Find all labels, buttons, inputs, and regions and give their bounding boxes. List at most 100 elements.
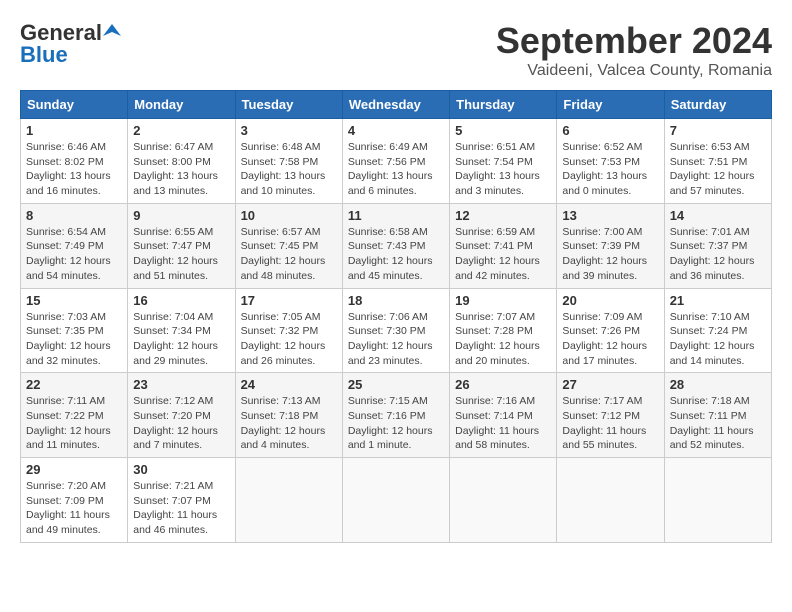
weekday-header-saturday: Saturday [664, 91, 771, 119]
weekday-header-wednesday: Wednesday [342, 91, 449, 119]
calendar-cell: 21 Sunrise: 7:10 AM Sunset: 7:24 PM Dayli… [664, 288, 771, 373]
calendar-cell: 6 Sunrise: 6:52 AM Sunset: 7:53 PM Daylig… [557, 119, 664, 204]
day-info: Sunrise: 7:04 AM Sunset: 7:34 PM Dayligh… [133, 310, 229, 369]
month-title: September 2024 [496, 20, 772, 62]
calendar-cell: 2Sunrise: 6:47 AM Sunset: 8:00 PM Daylig… [128, 119, 235, 204]
calendar-cell: 26 Sunrise: 7:16 AM Sunset: 7:14 PM Dayli… [450, 373, 557, 458]
day-number: 28 [670, 377, 766, 392]
calendar-cell: 5 Sunrise: 6:51 AM Sunset: 7:54 PM Daylig… [450, 119, 557, 204]
calendar-week-row: 8 Sunrise: 6:54 AM Sunset: 7:49 PM Daylig… [21, 203, 772, 288]
day-number: 12 [455, 208, 551, 223]
day-number: 8 [26, 208, 122, 223]
calendar-cell: 18 Sunrise: 7:06 AM Sunset: 7:30 PM Dayli… [342, 288, 449, 373]
calendar-cell: 28Sunrise: 7:18 AM Sunset: 7:11 PM Dayli… [664, 373, 771, 458]
calendar-cell: 27 Sunrise: 7:17 AM Sunset: 7:12 PM Dayli… [557, 373, 664, 458]
day-info: Sunrise: 7:15 AM Sunset: 7:16 PM Dayligh… [348, 394, 444, 453]
calendar-cell: 4 Sunrise: 6:49 AM Sunset: 7:56 PM Daylig… [342, 119, 449, 204]
day-number: 4 [348, 123, 444, 138]
calendar-cell: 9 Sunrise: 6:55 AM Sunset: 7:47 PM Daylig… [128, 203, 235, 288]
calendar-week-row: 1 Sunrise: 6:46 AM Sunset: 8:02 PM Daylig… [21, 119, 772, 204]
day-info: Sunrise: 6:46 AM Sunset: 8:02 PM Dayligh… [26, 140, 122, 199]
day-info: Sunrise: 6:48 AM Sunset: 7:58 PM Dayligh… [241, 140, 337, 199]
weekday-header-monday: Monday [128, 91, 235, 119]
calendar-cell: 29 Sunrise: 7:20 AM Sunset: 7:09 PM Dayli… [21, 458, 128, 543]
day-info: Sunrise: 7:11 AM Sunset: 7:22 PM Dayligh… [26, 394, 122, 453]
calendar-cell: 23 Sunrise: 7:12 AM Sunset: 7:20 PM Dayli… [128, 373, 235, 458]
calendar-table: SundayMondayTuesdayWednesdayThursdayFrid… [20, 90, 772, 543]
day-number: 7 [670, 123, 766, 138]
calendar-cell [450, 458, 557, 543]
day-number: 5 [455, 123, 551, 138]
day-info: Sunrise: 6:57 AM Sunset: 7:45 PM Dayligh… [241, 225, 337, 284]
calendar-cell: 20 Sunrise: 7:09 AM Sunset: 7:26 PM Dayli… [557, 288, 664, 373]
day-number: 15 [26, 293, 122, 308]
calendar-cell: 24Sunrise: 7:13 AM Sunset: 7:18 PM Dayli… [235, 373, 342, 458]
day-number: 6 [562, 123, 658, 138]
day-info: Sunrise: 6:54 AM Sunset: 7:49 PM Dayligh… [26, 225, 122, 284]
day-info: Sunrise: 6:58 AM Sunset: 7:43 PM Dayligh… [348, 225, 444, 284]
day-number: 20 [562, 293, 658, 308]
calendar-week-row: 22 Sunrise: 7:11 AM Sunset: 7:22 PM Dayli… [21, 373, 772, 458]
day-info: Sunrise: 7:20 AM Sunset: 7:09 PM Dayligh… [26, 479, 122, 538]
day-number: 9 [133, 208, 229, 223]
day-info: Sunrise: 7:10 AM Sunset: 7:24 PM Dayligh… [670, 310, 766, 369]
day-number: 19 [455, 293, 551, 308]
calendar-cell: 13Sunrise: 7:00 AM Sunset: 7:39 PM Dayli… [557, 203, 664, 288]
day-number: 11 [348, 208, 444, 223]
calendar-cell: 3Sunrise: 6:48 AM Sunset: 7:58 PM Daylig… [235, 119, 342, 204]
day-info: Sunrise: 7:16 AM Sunset: 7:14 PM Dayligh… [455, 394, 551, 453]
day-number: 29 [26, 462, 122, 477]
day-info: Sunrise: 7:17 AM Sunset: 7:12 PM Dayligh… [562, 394, 658, 453]
calendar-cell: 17Sunrise: 7:05 AM Sunset: 7:32 PM Dayli… [235, 288, 342, 373]
location-text: Vaideeni, Valcea County, Romania [496, 62, 772, 80]
day-info: Sunrise: 6:55 AM Sunset: 7:47 PM Dayligh… [133, 225, 229, 284]
weekday-header-tuesday: Tuesday [235, 91, 342, 119]
day-info: Sunrise: 7:13 AM Sunset: 7:18 PM Dayligh… [241, 394, 337, 453]
day-info: Sunrise: 6:59 AM Sunset: 7:41 PM Dayligh… [455, 225, 551, 284]
day-number: 17 [241, 293, 337, 308]
logo: General Blue [20, 20, 121, 68]
calendar-week-row: 29 Sunrise: 7:20 AM Sunset: 7:09 PM Dayli… [21, 458, 772, 543]
calendar-cell: 25 Sunrise: 7:15 AM Sunset: 7:16 PM Dayli… [342, 373, 449, 458]
calendar-header-row: SundayMondayTuesdayWednesdayThursdayFrid… [21, 91, 772, 119]
weekday-header-thursday: Thursday [450, 91, 557, 119]
calendar-cell: 16 Sunrise: 7:04 AM Sunset: 7:34 PM Dayli… [128, 288, 235, 373]
calendar-cell: 10 Sunrise: 6:57 AM Sunset: 7:45 PM Dayli… [235, 203, 342, 288]
day-info: Sunrise: 6:49 AM Sunset: 7:56 PM Dayligh… [348, 140, 444, 199]
day-info: Sunrise: 7:06 AM Sunset: 7:30 PM Dayligh… [348, 310, 444, 369]
day-info: Sunrise: 7:03 AM Sunset: 7:35 PM Dayligh… [26, 310, 122, 369]
calendar-cell: 14Sunrise: 7:01 AM Sunset: 7:37 PM Dayli… [664, 203, 771, 288]
day-number: 16 [133, 293, 229, 308]
calendar-cell: 15 Sunrise: 7:03 AM Sunset: 7:35 PM Dayli… [21, 288, 128, 373]
day-number: 26 [455, 377, 551, 392]
day-number: 13 [562, 208, 658, 223]
day-info: Sunrise: 7:21 AM Sunset: 7:07 PM Dayligh… [133, 479, 229, 538]
day-info: Sunrise: 6:51 AM Sunset: 7:54 PM Dayligh… [455, 140, 551, 199]
day-number: 18 [348, 293, 444, 308]
day-number: 21 [670, 293, 766, 308]
calendar-cell [664, 458, 771, 543]
logo-blue-text: Blue [20, 42, 68, 68]
day-info: Sunrise: 7:12 AM Sunset: 7:20 PM Dayligh… [133, 394, 229, 453]
day-number: 10 [241, 208, 337, 223]
day-info: Sunrise: 6:53 AM Sunset: 7:51 PM Dayligh… [670, 140, 766, 199]
calendar-cell [235, 458, 342, 543]
day-number: 2 [133, 123, 229, 138]
page-header: General Blue September 2024 Vaideeni, Va… [20, 20, 772, 80]
day-info: Sunrise: 7:09 AM Sunset: 7:26 PM Dayligh… [562, 310, 658, 369]
day-number: 30 [133, 462, 229, 477]
calendar-cell: 22 Sunrise: 7:11 AM Sunset: 7:22 PM Dayli… [21, 373, 128, 458]
day-number: 1 [26, 123, 122, 138]
day-number: 27 [562, 377, 658, 392]
weekday-header-sunday: Sunday [21, 91, 128, 119]
calendar-cell: 30 Sunrise: 7:21 AM Sunset: 7:07 PM Dayli… [128, 458, 235, 543]
calendar-cell: 7 Sunrise: 6:53 AM Sunset: 7:51 PM Daylig… [664, 119, 771, 204]
day-number: 22 [26, 377, 122, 392]
calendar-cell [557, 458, 664, 543]
calendar-cell: 8 Sunrise: 6:54 AM Sunset: 7:49 PM Daylig… [21, 203, 128, 288]
calendar-cell [342, 458, 449, 543]
calendar-cell: 12 Sunrise: 6:59 AM Sunset: 7:41 PM Dayli… [450, 203, 557, 288]
day-number: 23 [133, 377, 229, 392]
day-info: Sunrise: 6:52 AM Sunset: 7:53 PM Dayligh… [562, 140, 658, 199]
day-number: 25 [348, 377, 444, 392]
